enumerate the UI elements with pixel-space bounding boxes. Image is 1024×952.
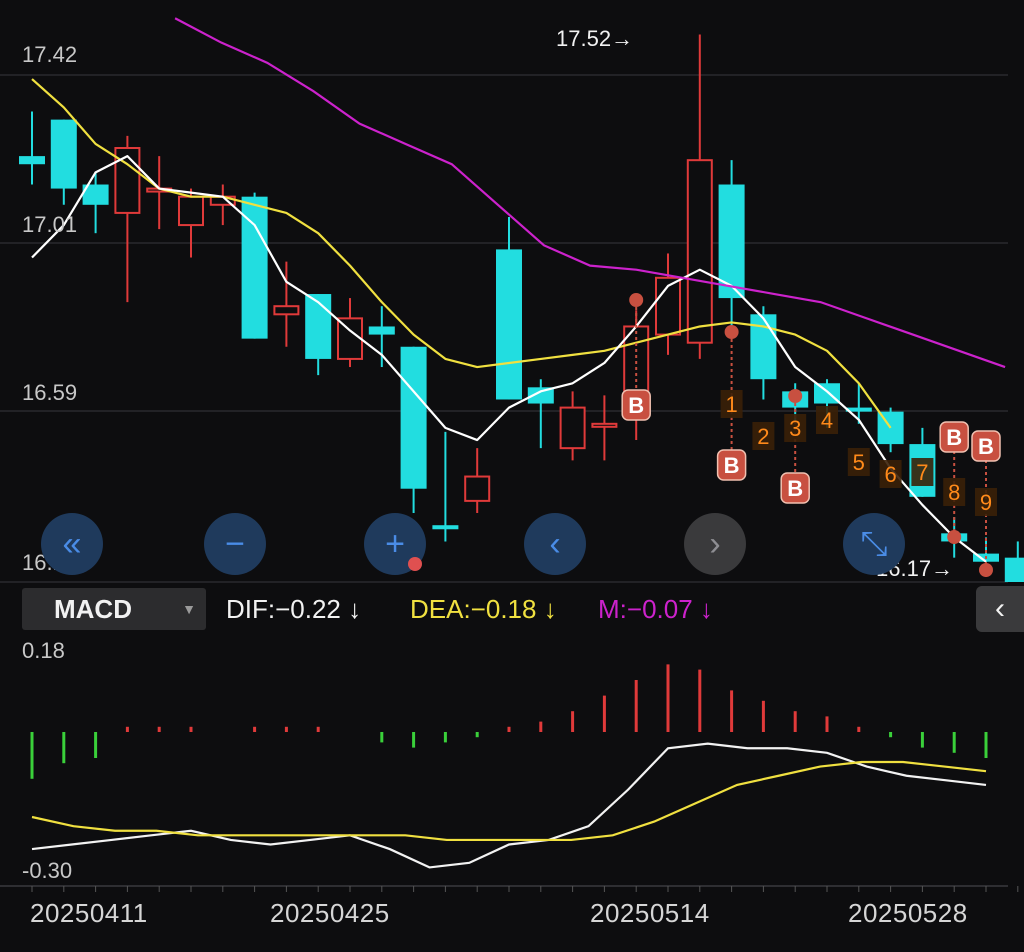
- scroll-right-button[interactable]: ›: [684, 513, 746, 575]
- ma20-line: [174, 17, 1006, 369]
- buy-signal-label: B: [978, 434, 994, 459]
- candle-body: [178, 195, 204, 227]
- candle-body: [19, 156, 45, 165]
- signal-dot: [724, 325, 739, 339]
- sequence-number: 7: [916, 460, 928, 485]
- sequence-number: 3: [789, 416, 801, 441]
- double-chevron-left-icon: «: [62, 524, 82, 563]
- macd-label-bottom: -0.30: [22, 858, 73, 883]
- zoom-out-button[interactable]: −: [204, 513, 266, 575]
- buy-signal-label: B: [787, 476, 803, 501]
- chevron-left-icon: ‹: [995, 592, 1005, 625]
- candle-body: [368, 326, 395, 335]
- sequence-number: 9: [980, 490, 992, 515]
- price-label-2: 17.01: [22, 212, 78, 237]
- candle-body: [432, 525, 459, 530]
- price-label-top: 17.42: [22, 42, 78, 67]
- dea-line: [31, 760, 987, 842]
- sequence-number: 8: [948, 480, 960, 505]
- dif-value: DIF:−0.22 ↓: [226, 594, 362, 624]
- indicator-selector[interactable]: MACD ▼: [22, 588, 206, 630]
- scroll-left-fast-button[interactable]: «: [41, 513, 103, 575]
- sequence-number: 5: [853, 450, 865, 475]
- candle-body: [686, 159, 713, 344]
- sequence-number: 4: [821, 408, 833, 433]
- dropdown-triangle-icon: ▼: [182, 601, 196, 617]
- buy-signal-label: B: [724, 453, 740, 478]
- date-label-3: 20250514: [590, 898, 710, 928]
- buy-signal-label: B: [946, 425, 962, 450]
- buy-signal-label: B: [628, 393, 644, 418]
- high-price-annotation: 17.52→: [556, 26, 634, 51]
- candle-body: [750, 314, 777, 380]
- sequence-number: 6: [884, 462, 896, 487]
- sequence-number: 1: [725, 392, 737, 417]
- zoom-in-button[interactable]: +: [364, 513, 426, 575]
- date-label-2: 20250425: [270, 898, 390, 928]
- dea-value: DEA:−0.18 ↓: [410, 594, 557, 624]
- collapse-panel-button[interactable]: ‹: [976, 586, 1024, 632]
- expand-button[interactable]: ⤡: [843, 513, 905, 575]
- signal-dot: [629, 293, 644, 307]
- date-label-4: 20250528: [848, 898, 968, 928]
- candle-body: [496, 249, 522, 400]
- candle-body: [591, 422, 618, 428]
- candle-body: [464, 475, 491, 502]
- sequence-number: 2: [757, 424, 769, 449]
- scroll-left-button[interactable]: ‹: [524, 513, 586, 575]
- plus-icon: +: [385, 524, 405, 563]
- m-value: M:−0.07 ↓: [598, 594, 713, 624]
- notification-dot-icon: [408, 557, 422, 571]
- dif-line: [31, 742, 987, 869]
- indicator-name: MACD: [54, 593, 132, 624]
- signal-dot: [788, 389, 803, 403]
- price-label-3: 16.59: [22, 380, 78, 405]
- minus-icon: −: [225, 524, 245, 563]
- candle-body: [305, 294, 332, 359]
- candle-body: [1004, 557, 1024, 582]
- candle-body: [559, 406, 586, 450]
- date-label-1: 20250411: [30, 898, 148, 928]
- chevron-right-icon: ›: [709, 524, 721, 563]
- candle-body: [273, 305, 300, 316]
- chevron-left-icon: ‹: [549, 524, 561, 563]
- macd-label-top: 0.18: [22, 638, 65, 663]
- kline-chart[interactable]: BBBB B12 3 45 6 78 9: [0, 0, 1024, 952]
- candle-body: [50, 119, 77, 189]
- expand-arrows-icon: ⤡: [860, 524, 888, 563]
- candle-body: [400, 346, 427, 489]
